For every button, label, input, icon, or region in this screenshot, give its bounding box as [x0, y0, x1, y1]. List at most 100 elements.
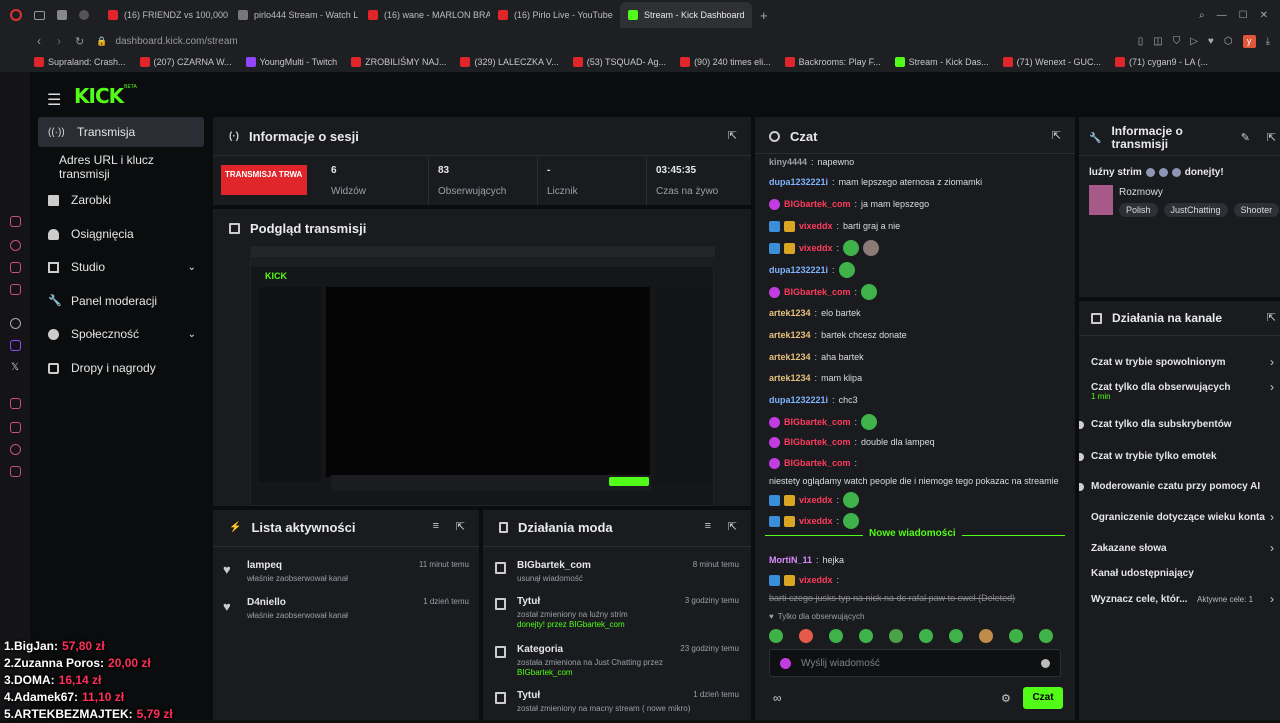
filter-icon[interactable]: ≡	[433, 520, 439, 532]
chat-message[interactable]: artek1234: bartek chcesz donate	[769, 328, 1067, 342]
chat-username[interactable]: vixeddx	[799, 219, 833, 233]
chat-message[interactable]: vixeddx:	[769, 492, 1067, 508]
chat-username[interactable]: MortiN_11	[769, 553, 812, 567]
channel-action-item[interactable]: Czat tylko dla obserwujących 1 min ›	[1079, 380, 1280, 406]
music-icon[interactable]	[10, 398, 21, 409]
chat-message[interactable]: BIGbartek_com: niestety oglądamy watch pe…	[769, 456, 1067, 488]
sidebar-item-stream-key[interactable]: Adres URL i klucz transmisji	[38, 152, 204, 182]
chat-username[interactable]: vixeddx	[799, 573, 833, 587]
chat-username[interactable]: BIGbartek_com	[784, 456, 851, 470]
chat-message[interactable]: kiny4444: napewno	[769, 155, 1067, 169]
chat-message[interactable]: BIGbartek_com: ja mam lepszego	[769, 197, 1067, 211]
channel-action-item[interactable]: Czat w trybie tylko emotek	[1079, 451, 1280, 475]
url-field[interactable]: dashboard.kick.com/stream	[115, 36, 237, 47]
settings-icon[interactable]	[10, 444, 21, 455]
maximize-icon[interactable]: ☐	[1239, 10, 1248, 21]
bookmark-item[interactable]: Stream - Kick Das...	[894, 57, 989, 67]
emote-icon[interactable]	[979, 629, 993, 643]
pinned-tab-icon[interactable]	[79, 10, 89, 20]
chat-username[interactable]: vixeddx	[799, 493, 833, 507]
emote-icon[interactable]	[859, 629, 873, 643]
filter-icon[interactable]: ≡	[705, 520, 711, 532]
browser-tab[interactable]: pirlo444 Stream - Watch L	[230, 2, 360, 28]
activity-item[interactable]: ♥ D4niello właśnie zaobserwował kanał 1 dzi…	[213, 597, 479, 629]
minimize-icon[interactable]: —	[1217, 10, 1227, 21]
close-window-icon[interactable]: ✕	[1260, 10, 1268, 21]
chat-username[interactable]: artek1234	[769, 371, 811, 385]
tag-chip[interactable]: Shooter	[1233, 203, 1280, 217]
chat-username[interactable]: BIGbartek_com	[784, 285, 851, 299]
emote-icon[interactable]	[1009, 629, 1023, 643]
bookmark-item[interactable]: YoungMulti - Twitch	[245, 57, 337, 67]
sidebar-item-osiagniecia[interactable]: Osiągnięcia	[38, 219, 204, 249]
more-icon[interactable]	[10, 466, 21, 477]
tag-chip[interactable]: Polish	[1119, 203, 1158, 217]
chat-message[interactable]: vixeddx:	[769, 513, 1067, 529]
emote-icon[interactable]	[949, 629, 963, 643]
bookmark-item[interactable]: ZROBILIŚMY NAJ...	[351, 57, 446, 67]
chat-username[interactable]: vixeddx	[799, 241, 833, 255]
popout-icon[interactable]: ⇱	[1052, 129, 1061, 142]
messenger-icon[interactable]	[10, 216, 21, 227]
emote-icon[interactable]	[769, 629, 783, 643]
emoji-picker-icon[interactable]	[1041, 658, 1050, 668]
edit-pencil-icon[interactable]: ✎	[1241, 131, 1250, 144]
channel-action-item[interactable]: Czat w trybie spowolnionym ›	[1079, 355, 1280, 381]
popout-icon[interactable]: ⇱	[1267, 311, 1276, 324]
channel-action-item[interactable]: Zakazane słowa ›	[1079, 541, 1280, 567]
channel-action-item[interactable]: Wyznacz cele, któr... Aktywne cele: 1 ›	[1079, 592, 1280, 618]
bookmark-icon[interactable]: ▯	[1138, 36, 1144, 47]
bookmark-item[interactable]: (71) Wenext - GUC...	[1002, 57, 1101, 67]
sidebar-item-panel-moderacji[interactable]: 🔧 Panel moderacji	[38, 286, 204, 316]
twitch-icon[interactable]	[10, 340, 21, 351]
chat-username[interactable]: BIGbartek_com	[784, 415, 851, 429]
tab-islands-icon[interactable]	[34, 10, 45, 20]
hamburger-menu-icon[interactable]: ☰	[47, 90, 61, 110]
search-tabs-icon[interactable]: ⌕	[1199, 10, 1205, 21]
channel-action-item[interactable]: Ograniczenie dotyczące wieku konta ›	[1079, 510, 1280, 536]
chat-message[interactable]: vixeddx: barti czego jusks typ na nick na…	[769, 573, 1067, 605]
chat-message[interactable]: dupa1232221i:	[769, 262, 1067, 278]
send-chat-button[interactable]: Czat	[1023, 687, 1063, 709]
chat-username[interactable]: dupa1232221i	[769, 263, 828, 277]
chat-message[interactable]: BIGbartek_com:	[769, 414, 1067, 430]
mod-action-item[interactable]: Kategoria została zmieniona na Just Chatt…	[483, 644, 751, 688]
chat-input[interactable]: Wyślij wiadomość	[769, 649, 1061, 677]
emote-icon[interactable]	[829, 629, 843, 643]
chat-username[interactable]: BIGbartek_com	[784, 197, 851, 211]
chat-message[interactable]: artek1234: elo bartek	[769, 306, 1067, 320]
chat-message[interactable]: MortiN_11: hejka	[769, 553, 1067, 567]
chat-message[interactable]: vixeddx:	[769, 240, 1067, 256]
popout-icon[interactable]: ⇱	[728, 520, 737, 533]
back-icon[interactable]: ‹	[37, 34, 41, 48]
sidebar-item-spolecznosc[interactable]: Społeczność ⌄	[38, 319, 204, 349]
bookmark-item[interactable]: Backrooms: Play F...	[784, 57, 881, 67]
mod-action-item[interactable]: Tytuł został zmieniony na macny stream ( …	[483, 690, 751, 720]
chat-message[interactable]: dupa1232221i: mam lepszego aternosa z zio…	[769, 175, 1067, 189]
channel-action-item[interactable]: Kanał udostępniający	[1079, 568, 1280, 592]
emote-icon[interactable]	[799, 629, 813, 643]
chat-message[interactable]: dupa1232221i: chc3	[769, 393, 1067, 407]
profile-avatar[interactable]: y	[1242, 34, 1256, 48]
channel-action-item[interactable]: Moderowanie czatu przy pomocy AI	[1079, 481, 1280, 505]
sidebar-item-dropy[interactable]: Dropy i nagrody	[38, 353, 204, 383]
sidebar-item-zarobki[interactable]: Zarobki	[38, 185, 204, 215]
browser-tab[interactable]: (16) wane - MARLON BRAN	[360, 2, 490, 28]
chat-message[interactable]: BIGbartek_com:	[769, 284, 1067, 300]
popout-icon[interactable]: ⇱	[1267, 131, 1276, 144]
chat-username[interactable]: kiny4444	[769, 155, 807, 169]
popout-icon[interactable]: ⇱	[456, 520, 465, 533]
emote-icon[interactable]	[1039, 629, 1053, 643]
chat-username[interactable]: dupa1232221i	[769, 175, 828, 189]
download-icon[interactable]: ⤓	[1266, 36, 1270, 47]
browser-tab[interactable]: (16) Pirlo Live - YouTube	[490, 2, 620, 28]
chat-username[interactable]: artek1234	[769, 328, 811, 342]
chat-message[interactable]: vixeddx: barti graj a nie	[769, 219, 1067, 233]
history-icon[interactable]	[10, 422, 21, 433]
points-icon[interactable]: ∞	[773, 691, 782, 705]
forward-icon[interactable]: ›	[57, 34, 61, 48]
bookmark-item[interactable]: Supraland: Crash...	[34, 57, 126, 67]
bookmark-item[interactable]: (90) 240 times eli...	[680, 57, 771, 67]
emote-icon[interactable]	[919, 629, 933, 643]
channel-action-item[interactable]: Czat tylko dla subskrybentów	[1079, 419, 1280, 443]
